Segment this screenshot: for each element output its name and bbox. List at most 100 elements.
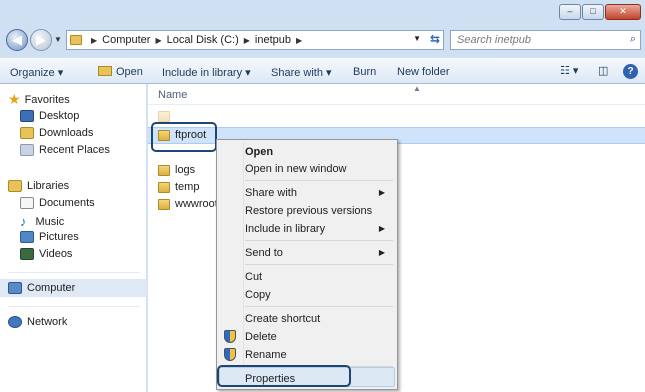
context-menu-gutter [243,142,244,387]
menu-item-include-in-library[interactable]: Include in library ▶ [245,220,393,238]
menu-separator [245,264,393,265]
menu-item-rename[interactable]: Rename [245,346,393,364]
videos-icon [20,248,34,260]
new-folder-button[interactable]: New folder [397,66,450,78]
nav-libraries[interactable]: Libraries [8,180,69,192]
minimize-button[interactable]: – [559,4,581,20]
menu-item-restore-previous-versions[interactable]: Restore previous versions [245,202,393,220]
share-with-button[interactable]: Share with ▾ [271,66,332,79]
nav-documents-label: Documents [39,197,95,209]
menu-item-send-to[interactable]: Send to ▶ [245,244,393,262]
folder-icon [158,164,170,176]
menu-item-open-new-window[interactable]: Open in new window [245,160,393,178]
header-divider [148,104,645,105]
music-icon: ♪ [20,214,27,229]
nav-downloads[interactable]: Downloads [20,127,93,139]
nav-documents[interactable]: Documents [20,197,95,209]
caption-buttons: – □ ✕ [558,4,641,20]
nav-network[interactable]: Network [8,316,67,328]
folder-icon [158,111,170,122]
breadcrumb-separator-icon[interactable]: ▶ [91,36,97,45]
computer-icon [8,282,22,294]
help-icon[interactable]: ? [623,64,638,79]
file-name: temp [175,181,200,193]
close-button[interactable]: ✕ [605,4,641,20]
submenu-arrow-icon: ▶ [378,188,385,197]
explorer-window: – □ ✕ ◀ ▶ ▼ ▶ Computer ▶ Local Disk (C:)… [0,0,645,392]
breadcrumb-computer[interactable]: Computer [102,34,150,46]
nav-videos[interactable]: Videos [20,248,72,260]
address-dropdown-icon[interactable]: ▼ [413,34,421,43]
nav-desktop-label: Desktop [39,110,80,122]
search-icon[interactable]: ⌕ [630,33,636,46]
menu-item-open[interactable]: Open [245,143,393,161]
downloads-folder-icon [20,127,34,139]
forward-button[interactable]: ▶ [30,29,52,51]
change-view-icon[interactable]: ☷ ▾ [560,64,578,77]
menu-separator [245,306,393,307]
organize-button[interactable]: Organize ▾ [10,66,63,79]
breadcrumb-separator-icon[interactable]: ▶ [244,36,250,45]
nav-downloads-label: Downloads [39,127,94,139]
search-placeholder: Search inetpub [457,34,531,46]
open-label: Open [116,66,143,78]
menu-item-label: Send to [245,247,283,259]
list-item-temp[interactable]: temp [158,181,199,193]
list-item-wwwroot[interactable]: wwwroot [158,198,218,210]
libraries-icon [8,180,22,192]
nav-divider [8,272,140,273]
open-folder-icon [98,66,112,76]
folder-icon [158,181,170,193]
submenu-arrow-icon: ▶ [378,224,385,233]
file-name: logs [175,164,196,176]
submenu-arrow-icon: ▶ [378,248,385,257]
menu-item-delete[interactable]: Delete [245,328,393,346]
command-bar: Organize ▾ Open Include in library ▾ Sha… [0,58,645,84]
include-in-library-button[interactable]: Include in library ▾ [162,66,251,79]
column-header-name[interactable]: Name [158,89,187,101]
breadcrumb-separator-icon[interactable]: ▶ [155,36,161,45]
preview-pane-icon[interactable]: ◫ [598,64,608,77]
breadcrumb-inetpub[interactable]: inetpub [255,34,291,46]
nav-favorites-label: Favorites [24,93,70,106]
breadcrumb-local-disk[interactable]: Local Disk (C:) [167,34,239,46]
nav-desktop[interactable]: Desktop [20,110,79,122]
nav-favorites[interactable]: ★ Favorites [8,91,70,108]
nav-network-label: Network [27,316,68,328]
list-item-hidden-top[interactable] [158,111,175,122]
context-menu: Open Open in new window Share with ▶ Rest… [216,139,398,390]
open-button[interactable]: Open [98,66,143,78]
back-button[interactable]: ◀ [6,29,28,51]
list-item-logs[interactable]: logs [158,164,195,176]
menu-item-create-shortcut[interactable]: Create shortcut [245,310,393,328]
nav-videos-label: Videos [39,248,73,260]
uac-shield-icon [224,348,236,361]
recent-pages-dropdown-icon[interactable]: ▼ [54,35,62,44]
folder-icon [70,35,82,45]
address-bar[interactable]: ▶ Computer ▶ Local Disk (C:) ▶ inetpub ▶… [66,30,444,50]
menu-separator [245,240,393,241]
menu-item-copy[interactable]: Copy [245,286,393,304]
breadcrumb-separator-icon[interactable]: ▶ [296,36,302,45]
search-input[interactable]: Search inetpub ⌕ [450,30,641,50]
nav-computer-label: Computer [27,282,76,294]
menu-item-share-with[interactable]: Share with ▶ [245,184,393,202]
refresh-icon[interactable]: ⇆ [430,32,440,46]
menu-separator [245,180,393,181]
navigation-pane: ★ Favorites Desktop Downloads Recent Plac… [0,84,147,392]
nav-pictures[interactable]: Pictures [20,231,79,243]
nav-divider [8,306,140,307]
maximize-button[interactable]: □ [582,4,604,20]
nav-libraries-label: Libraries [27,180,70,192]
nav-computer[interactable]: Computer [8,282,75,294]
nav-music[interactable]: ♪ Music [20,214,64,229]
recent-places-icon [20,144,34,156]
nav-recent-places[interactable]: Recent Places [20,144,110,156]
menu-item-cut[interactable]: Cut [245,268,393,286]
nav-recent-places-label: Recent Places [39,144,110,156]
pictures-icon [20,231,34,243]
sort-caret-icon: ▲ [413,84,421,93]
star-icon: ★ [8,91,21,107]
address-row: ◀ ▶ ▼ ▶ Computer ▶ Local Disk (C:) ▶ ine… [0,26,645,56]
burn-button[interactable]: Burn [353,66,376,78]
